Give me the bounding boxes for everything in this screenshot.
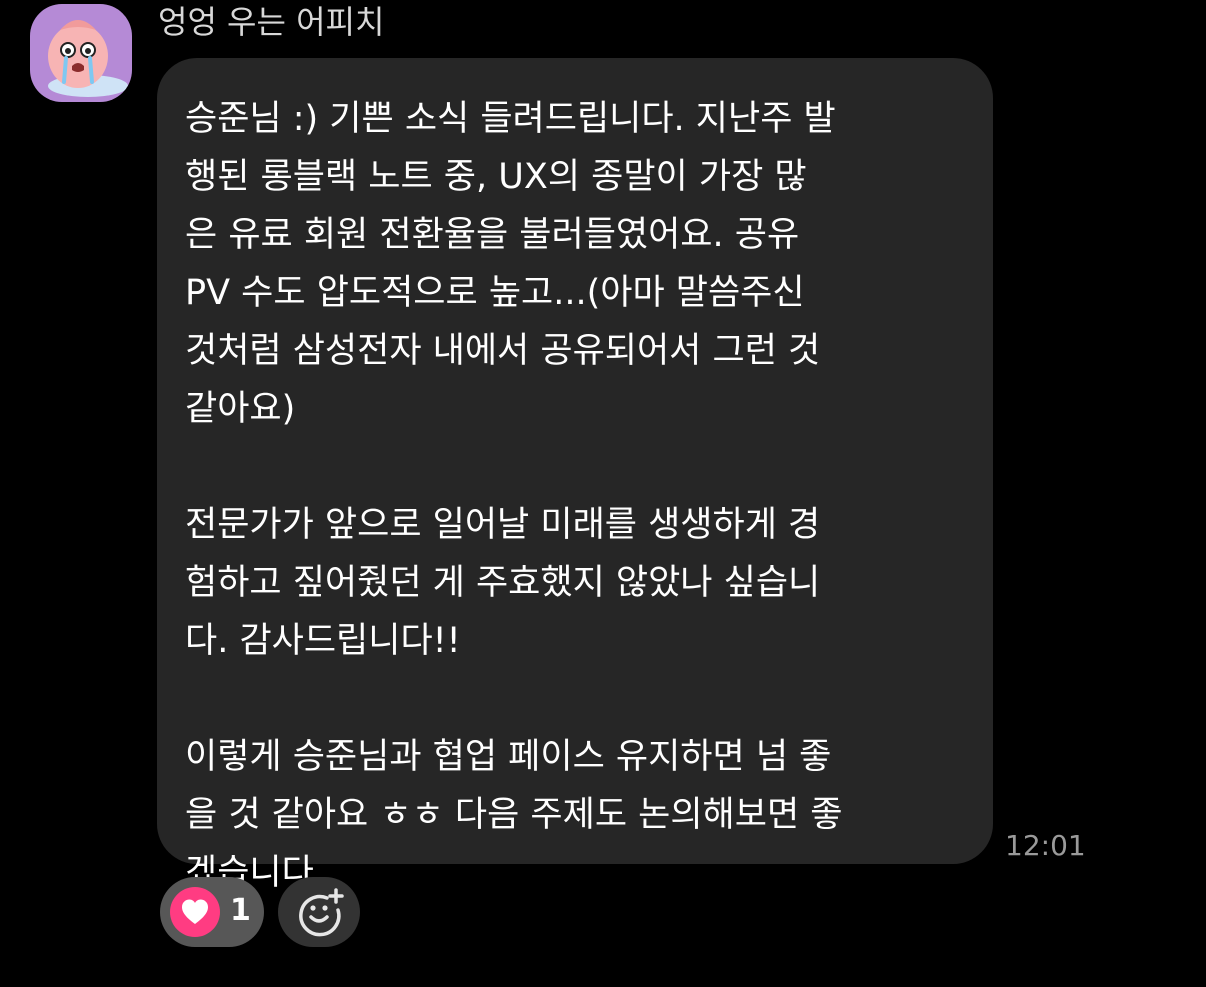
- message-bubble[interactable]: 승준님 :) 기쁜 소식 들려드립니다. 지난주 발 행된 롱블랙 노트 중, …: [157, 58, 993, 893]
- heart-badge: [170, 887, 220, 937]
- sender-name: 엉엉 우는 어피치: [158, 3, 385, 41]
- message-paragraph-3: 이렇게 승준님과 협업 페이스 유지하면 넘 좋 을 것 같아요 ㅎㅎ 다음 주…: [185, 737, 843, 893]
- heart-reaction-count: 1: [230, 893, 251, 928]
- message-paragraph-2: 전문가가 앞으로 일어날 미래를 생생하게 경 험하고 짚어줬던 게 주효했지 …: [185, 505, 821, 661]
- crying-apeach-avatar-icon: [48, 20, 128, 97]
- heart-icon: [182, 899, 208, 924]
- add-reaction-button[interactable]: [278, 877, 360, 947]
- heart-reaction-button[interactable]: 1: [160, 877, 264, 947]
- sender-avatar[interactable]: [30, 4, 132, 102]
- add-reaction-icon: [299, 888, 344, 937]
- message-paragraph-1: 승준님 :) 기쁜 소식 들려드립니다. 지난주 발 행된 롱블랙 노트 중, …: [185, 99, 836, 429]
- message-timestamp: 12:01: [1005, 829, 1086, 862]
